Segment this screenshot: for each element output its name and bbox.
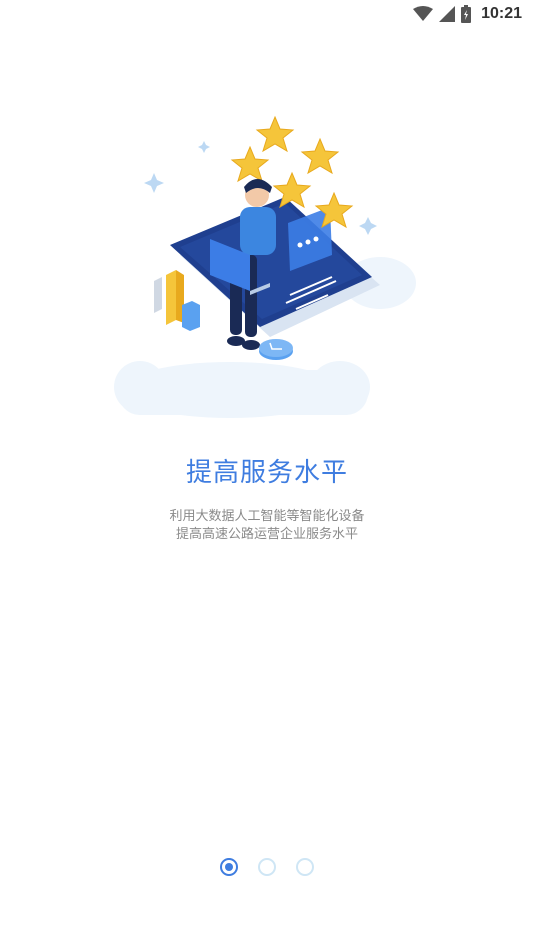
page-indicator	[0, 858, 534, 876]
page-dot-1[interactable]	[220, 858, 238, 876]
onboarding-title: 提高服务水平	[185, 458, 348, 488]
subtitle-line: 利用大数据人工智能等智能化设备	[169, 509, 365, 524]
star-icon	[255, 115, 295, 153]
onboarding-screen: 10:21 提高服务水平 利用大数据人工智能等智能化设备 提高高速公路运营企业服…	[0, 0, 534, 950]
star-icon	[230, 145, 270, 183]
status-time: 10:21	[481, 5, 522, 22]
page-dot-2[interactable]	[258, 858, 276, 876]
subtitle-line: 提高高速公路运营企业服务水平	[175, 527, 358, 542]
status-bar: 10:21	[0, 0, 534, 28]
cell-signal-icon	[439, 6, 456, 22]
battery-icon	[461, 5, 472, 23]
wifi-icon	[413, 6, 434, 22]
star-icon	[300, 137, 340, 175]
bar-chart-illustration	[154, 270, 200, 331]
clock-illustration	[259, 339, 293, 360]
onboarding-illustration	[110, 105, 430, 425]
page-dot-3[interactable]	[296, 858, 314, 876]
onboarding-subtitle: 利用大数据人工智能等智能化设备 提高高速公路运营企业服务水平	[0, 508, 534, 544]
